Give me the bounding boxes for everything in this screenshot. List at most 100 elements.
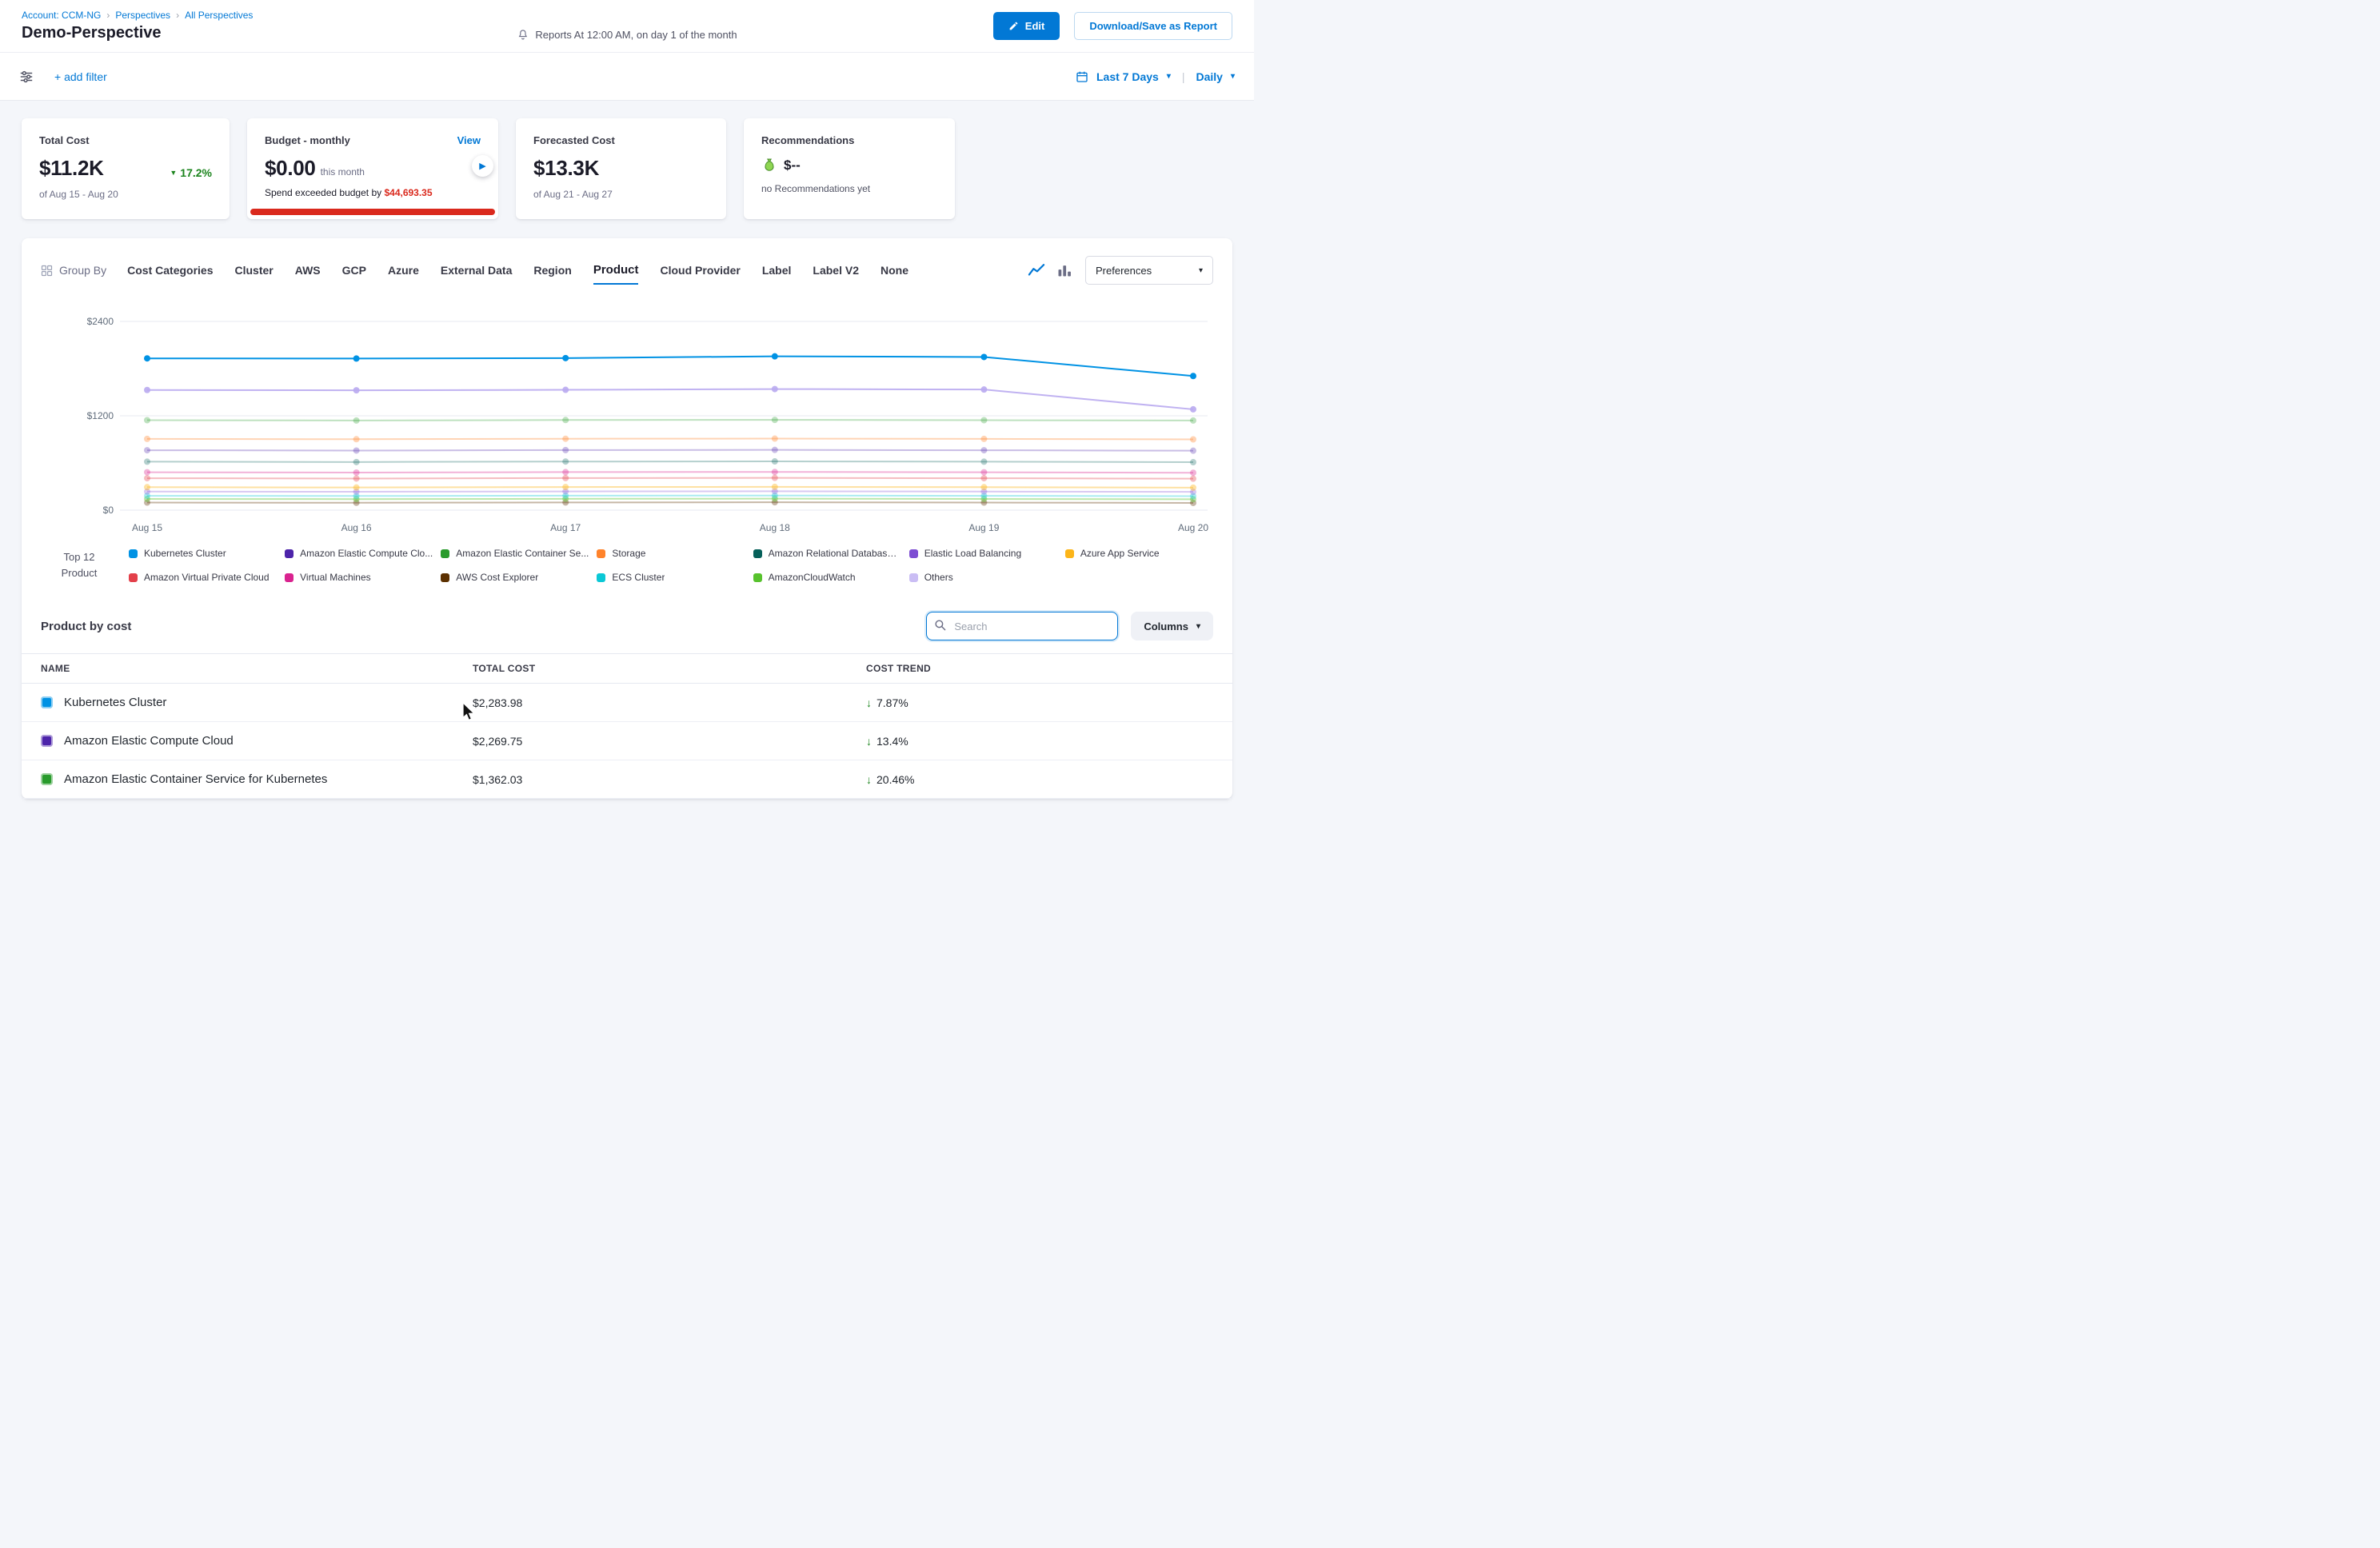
group-by-row: Group By Cost CategoriesClusterAWSGCPAzu… xyxy=(22,254,1232,286)
budget-view-link[interactable]: View xyxy=(457,134,481,146)
budget-title: Budget - monthly xyxy=(265,134,350,146)
table-row[interactable]: Amazon Elastic Container Service for Kub… xyxy=(22,760,1232,799)
legend-item[interactable]: Elastic Load Balancing xyxy=(909,548,1057,559)
trend-value: 7.87% xyxy=(877,696,908,709)
legend-item-label: Amazon Elastic Container Se... xyxy=(456,548,589,559)
legend-color-chip xyxy=(1065,549,1074,558)
legend-title-line2: Product xyxy=(41,565,118,581)
legend-item[interactable]: AmazonCloudWatch xyxy=(753,572,901,583)
svg-text:Aug 18: Aug 18 xyxy=(760,522,790,533)
legend-item[interactable]: Amazon Elastic Compute Clo... xyxy=(285,548,433,559)
trend-value: 13.4% xyxy=(877,735,908,748)
filter-sliders-icon[interactable] xyxy=(19,70,34,84)
group-by-tab-azure[interactable]: Azure xyxy=(388,257,419,283)
legend-item[interactable]: Amazon Virtual Private Cloud xyxy=(129,572,277,583)
group-by-tab-aws[interactable]: AWS xyxy=(295,257,321,283)
breadcrumb: Account: CCM-NG › Perspectives › All Per… xyxy=(22,10,253,21)
legend-item[interactable]: Storage xyxy=(597,548,745,559)
cost-line-chart[interactable]: $0$1200$2400Aug 15Aug 16Aug 17Aug 18Aug … xyxy=(43,297,1211,537)
trend-down-caret-icon: ▼ xyxy=(170,169,177,177)
trend-down-arrow-icon: ↓ xyxy=(866,773,872,786)
legend-items: Kubernetes Cluster Amazon Elastic Compute… xyxy=(129,548,1213,583)
group-by-tab-none[interactable]: None xyxy=(881,257,908,283)
breadcrumb-all-perspectives-link[interactable]: All Perspectives xyxy=(185,10,253,21)
table-row[interactable]: Kubernetes Cluster$2,283.98↓7.87% xyxy=(22,684,1232,722)
download-save-report-button[interactable]: Download/Save as Report xyxy=(1074,12,1232,40)
preferences-dropdown[interactable]: Preferences ▾ xyxy=(1085,256,1213,285)
budget-value: $0.00 xyxy=(265,156,316,181)
table-toolbar: Product by cost Columns ▾ xyxy=(22,599,1232,653)
group-by-tab-region[interactable]: Region xyxy=(533,257,571,283)
chevron-down-icon: ▾ xyxy=(1167,72,1171,81)
svg-text:Aug 20: Aug 20 xyxy=(1178,522,1208,533)
line-chart-icon[interactable] xyxy=(1028,262,1045,278)
breadcrumb-account-link[interactable]: Account: CCM-NG xyxy=(22,10,101,21)
legend-color-chip xyxy=(129,573,138,582)
legend-item[interactable]: Kubernetes Cluster xyxy=(129,548,277,559)
date-range-dropdown[interactable]: Last 7 Days xyxy=(1096,70,1159,83)
breadcrumb-perspectives-link[interactable]: Perspectives xyxy=(115,10,170,21)
legend-item-label: Amazon Virtual Private Cloud xyxy=(144,572,270,583)
bar-chart-icon[interactable] xyxy=(1056,262,1072,278)
breadcrumb-separator: › xyxy=(176,10,179,21)
svg-text:$2400: $2400 xyxy=(87,316,114,327)
group-by-tab-label[interactable]: Label xyxy=(762,257,792,283)
granularity-dropdown[interactable]: Daily xyxy=(1196,70,1223,83)
legend-item[interactable]: Amazon Relational Database ... xyxy=(753,548,901,559)
budget-overage-amount: $44,693.35 xyxy=(384,187,432,198)
legend-item[interactable]: Azure App Service xyxy=(1065,548,1213,559)
columns-dropdown-button[interactable]: Columns ▾ xyxy=(1131,612,1213,640)
legend-item-label: Storage xyxy=(612,548,645,559)
budget-progress-bar xyxy=(250,209,495,215)
column-header-name[interactable]: NAME xyxy=(41,663,473,674)
cost-table-body: Kubernetes Cluster$2,283.98↓7.87%Amazon … xyxy=(22,684,1232,799)
svg-text:Aug 15: Aug 15 xyxy=(132,522,162,533)
chevron-down-icon: ▾ xyxy=(1231,72,1235,81)
row-color-checkbox[interactable] xyxy=(41,696,53,708)
group-by-tab-label-v2[interactable]: Label V2 xyxy=(813,257,859,283)
recommendations-card: Recommendations $-- no Recommendations y… xyxy=(744,118,955,219)
legend-item[interactable]: Virtual Machines xyxy=(285,572,433,583)
group-by-tab-product[interactable]: Product xyxy=(593,257,639,285)
legend-color-chip xyxy=(129,549,138,558)
chart-legend: Top 12 Product Kubernetes Cluster Amazon … xyxy=(22,541,1232,599)
column-header-total-cost[interactable]: TOTAL COST xyxy=(473,663,866,674)
budget-next-button[interactable]: ▶ xyxy=(472,155,493,177)
legend-item-label: Azure App Service xyxy=(1080,548,1160,559)
svg-text:$1200: $1200 xyxy=(87,410,114,421)
forecasted-cost-period: of Aug 21 - Aug 27 xyxy=(533,189,709,200)
column-header-cost-trend[interactable]: COST TREND xyxy=(866,663,1213,674)
preferences-label: Preferences xyxy=(1096,265,1152,277)
legend-color-chip xyxy=(441,549,449,558)
legend-item-label: Elastic Load Balancing xyxy=(924,548,1021,559)
group-by-tab-cluster[interactable]: Cluster xyxy=(235,257,274,283)
group-by-tab-external-data[interactable]: External Data xyxy=(441,257,512,283)
group-by-tab-gcp[interactable]: GCP xyxy=(342,257,366,283)
legend-item[interactable]: AWS Cost Explorer xyxy=(441,572,589,583)
legend-title: Top 12 Product xyxy=(41,549,118,580)
legend-item-label: AmazonCloudWatch xyxy=(769,572,856,583)
legend-item-label: AWS Cost Explorer xyxy=(456,572,538,583)
row-color-checkbox[interactable] xyxy=(41,735,53,747)
columns-button-label: Columns xyxy=(1144,620,1188,632)
legend-item[interactable]: ECS Cluster xyxy=(597,572,745,583)
chart-area: $0$1200$2400Aug 15Aug 16Aug 17Aug 18Aug … xyxy=(22,286,1232,541)
group-by-tab-cloud-provider[interactable]: Cloud Provider xyxy=(660,257,740,283)
table-row[interactable]: Amazon Elastic Compute Cloud$2,269.75↓13… xyxy=(22,722,1232,760)
legend-item[interactable]: Others xyxy=(909,572,1057,583)
svg-text:Aug 19: Aug 19 xyxy=(968,522,999,533)
table-section-title: Product by cost xyxy=(41,620,131,633)
total-cost-cell: $2,283.98 xyxy=(473,696,866,709)
grid-icon xyxy=(41,265,53,277)
legend-color-chip xyxy=(441,573,449,582)
legend-item[interactable]: Amazon Elastic Container Se... xyxy=(441,548,589,559)
filter-bar: + add filter Last 7 Days ▾ | Daily ▾ xyxy=(0,53,1254,101)
edit-button[interactable]: Edit xyxy=(993,12,1060,40)
row-color-checkbox[interactable] xyxy=(41,773,53,785)
add-filter-button[interactable]: + add filter xyxy=(54,70,107,83)
total-cost-period: of Aug 15 - Aug 20 xyxy=(39,189,212,200)
group-by-tab-cost-categories[interactable]: Cost Categories xyxy=(127,257,213,283)
svg-text:$0: $0 xyxy=(103,505,114,516)
search-input[interactable] xyxy=(926,612,1118,640)
group-by-tabs: Cost Categories Cluster AWS GCP Azure Externa… xyxy=(127,257,908,285)
